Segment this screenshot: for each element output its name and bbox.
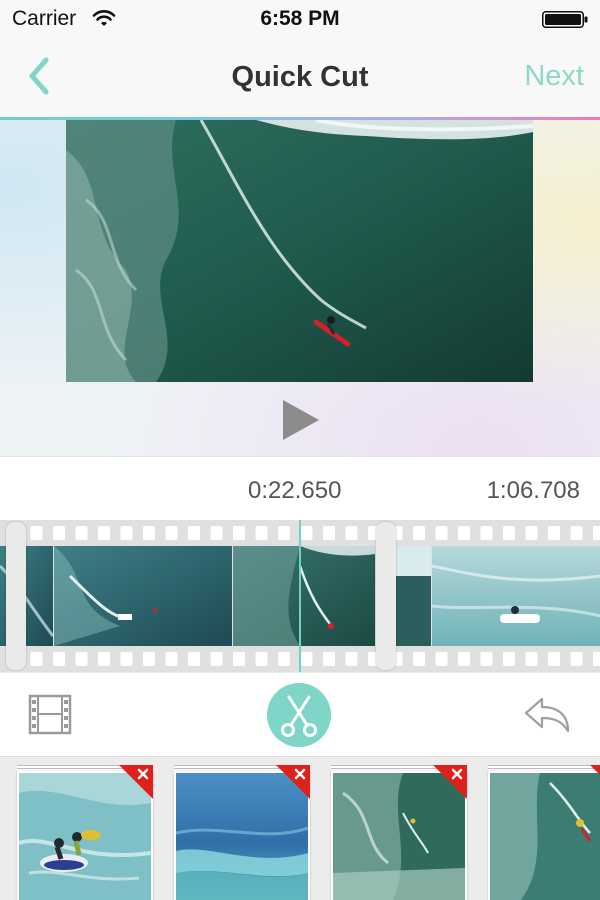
total-duration: 1:06.708	[486, 477, 580, 504]
sprocket-hole	[525, 526, 538, 540]
sprocket-hole	[188, 652, 200, 666]
sprocket-hole	[165, 526, 178, 540]
sprocket-hole	[120, 652, 133, 666]
sprocket-hole	[278, 652, 290, 666]
video-preview-image	[66, 120, 533, 382]
sprocket-hole	[30, 652, 43, 666]
sprocket-hole	[548, 652, 560, 666]
sprocket-hole	[435, 526, 448, 540]
time-row: 0:22.650 1:06.708	[0, 456, 600, 520]
nav-bar: Quick Cut Next	[0, 40, 600, 117]
sprocket-hole	[593, 526, 600, 540]
sprocket-hole	[75, 652, 88, 666]
clips-tray	[0, 756, 600, 900]
sprocket-hole	[30, 526, 43, 540]
sprocket-hole	[570, 652, 583, 666]
sprocket-hole	[188, 526, 200, 540]
sprocket-hole	[75, 526, 88, 540]
remove-clip-button[interactable]	[590, 765, 600, 799]
remove-clip-button[interactable]	[276, 765, 310, 799]
battery-icon	[542, 11, 588, 28]
play-button[interactable]	[281, 398, 321, 442]
sprocket-hole	[255, 526, 268, 540]
sprocket-hole	[323, 652, 335, 666]
sprocket-hole	[458, 526, 470, 540]
remove-clip-button[interactable]	[433, 765, 467, 799]
next-button[interactable]: Next	[524, 60, 584, 93]
sprocket-hole	[503, 652, 515, 666]
sprocket-hole	[210, 526, 223, 540]
sprocket-hole	[53, 526, 65, 540]
sprocket-hole	[503, 526, 515, 540]
sprocket-hole	[525, 652, 538, 666]
trim-end-handle[interactable]	[376, 522, 396, 670]
sprocket-hole	[233, 526, 245, 540]
page-title: Quick Cut	[231, 61, 369, 93]
sprocket-hole	[143, 652, 155, 666]
trim-start-handle[interactable]	[6, 522, 26, 670]
timeline-film-strip[interactable]	[0, 520, 600, 672]
sprocket-hole	[233, 652, 245, 666]
play-icon	[283, 400, 319, 440]
status-bar: Carrier 6:58 PM	[0, 0, 600, 40]
undo-icon[interactable]	[522, 695, 572, 735]
sprocket-hole	[210, 652, 223, 666]
sprocket-hole	[165, 652, 178, 666]
clip-image	[488, 771, 600, 900]
sprocket-hole	[458, 652, 470, 666]
sprocket-hole	[255, 652, 268, 666]
sprocket-hole	[570, 526, 583, 540]
clip-thumbnail[interactable]	[488, 765, 600, 900]
video-preview[interactable]	[66, 120, 533, 382]
sprocket-hole	[413, 652, 425, 666]
remove-clip-button[interactable]	[119, 765, 153, 799]
playhead[interactable]	[299, 520, 301, 672]
film-icon[interactable]	[28, 693, 74, 737]
clip-thumbnail[interactable]	[174, 765, 310, 900]
sprocket-hole	[53, 652, 65, 666]
sprocket-hole	[345, 526, 358, 540]
clip-thumbnail[interactable]	[17, 765, 153, 900]
status-time: 6:58 PM	[260, 7, 340, 30]
cut-button[interactable]	[267, 683, 331, 747]
sprocket-hole	[143, 526, 155, 540]
sprocket-hole	[300, 526, 313, 540]
current-time: 0:22.650	[248, 477, 342, 504]
sprocket-hole	[548, 526, 560, 540]
edit-toolbar	[0, 672, 600, 756]
sprocket-hole	[278, 526, 290, 540]
sprocket-hole	[98, 526, 110, 540]
sprocket-hole	[98, 652, 110, 666]
sprocket-hole	[480, 526, 493, 540]
sprocket-hole	[593, 652, 600, 666]
sprocket-hole	[345, 652, 358, 666]
scissors-icon	[281, 695, 317, 737]
clip-thumbnail[interactable]	[331, 765, 467, 900]
sprocket-hole	[120, 526, 133, 540]
sprocket-hole	[435, 652, 448, 666]
sprocket-hole	[413, 526, 425, 540]
sprocket-hole	[323, 526, 335, 540]
sprocket-hole	[480, 652, 493, 666]
sprocket-hole	[300, 652, 313, 666]
